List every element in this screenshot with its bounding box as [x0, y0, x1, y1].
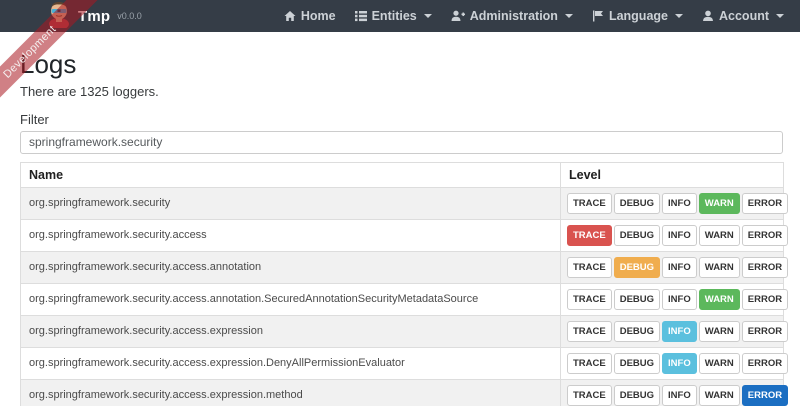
level-button-trace[interactable]: TRACE	[567, 385, 612, 406]
logger-name: org.springframework.security.access.anno…	[21, 251, 561, 283]
level-button-error[interactable]: ERROR	[742, 257, 788, 278]
nav-item-administration[interactable]: Administration	[451, 9, 573, 23]
app-name: Tmp	[78, 8, 110, 25]
loggers-count-text: There are 1325 loggers.	[20, 84, 783, 99]
level-button-debug[interactable]: DEBUG	[614, 289, 660, 310]
logs-page: Logs There are 1325 loggers. Filter Name…	[20, 50, 783, 406]
level-button-trace[interactable]: TRACE	[567, 225, 612, 246]
level-button-info[interactable]: INFO	[662, 289, 697, 310]
nav-label: Entities	[372, 9, 417, 23]
nav-menu: Home Entities Admi	[284, 9, 784, 23]
nav-label: Home	[301, 9, 336, 23]
level-button-error[interactable]: ERROR	[742, 289, 788, 310]
level-button-info[interactable]: INFO	[662, 353, 697, 374]
level-button-warn[interactable]: WARN	[699, 257, 740, 278]
level-button-debug[interactable]: DEBUG	[614, 353, 660, 374]
table-row: org.springframework.security.access.anno…	[21, 251, 784, 283]
user-plus-icon	[451, 10, 465, 22]
chevron-down-icon	[776, 14, 784, 18]
table-row: org.springframework.security.access.expr…	[21, 379, 784, 406]
level-button-error[interactable]: ERROR	[742, 225, 788, 246]
filter-input[interactable]	[20, 131, 783, 154]
column-header-name: Name	[21, 162, 561, 187]
app-version: v0.0.0	[117, 11, 142, 21]
level-button-info[interactable]: INFO	[662, 321, 697, 342]
level-button-info[interactable]: INFO	[662, 193, 697, 214]
level-button-warn[interactable]: WARN	[699, 289, 740, 310]
page-title: Logs	[20, 50, 783, 79]
chevron-down-icon	[565, 14, 573, 18]
level-button-error[interactable]: ERROR	[742, 193, 788, 214]
nav-item-account[interactable]: Account	[702, 9, 784, 23]
level-button-group: TRACEDEBUGINFOWARNERROR	[561, 379, 784, 406]
level-button-error[interactable]: ERROR	[742, 353, 788, 374]
nav-item-language[interactable]: Language	[592, 9, 683, 23]
logger-name: org.springframework.security.access.expr…	[21, 315, 561, 347]
level-button-warn[interactable]: WARN	[699, 321, 740, 342]
level-button-trace[interactable]: TRACE	[567, 193, 612, 214]
logs-table-body: org.springframework.securityTRACEDEBUGIN…	[21, 187, 784, 406]
level-button-debug[interactable]: DEBUG	[614, 225, 660, 246]
level-button-error[interactable]: ERROR	[742, 321, 788, 342]
level-button-trace[interactable]: TRACE	[567, 321, 612, 342]
level-button-info[interactable]: INFO	[662, 257, 697, 278]
table-row: org.springframework.security.access.expr…	[21, 347, 784, 379]
level-button-debug[interactable]: DEBUG	[614, 193, 660, 214]
chevron-down-icon	[424, 14, 432, 18]
top-navbar: Development Tmp v0.0.0 Home	[0, 0, 800, 32]
nav-label: Account	[719, 9, 769, 23]
level-button-warn[interactable]: WARN	[699, 353, 740, 374]
level-button-warn[interactable]: WARN	[699, 225, 740, 246]
table-row: org.springframework.security.access.anno…	[21, 283, 784, 315]
level-button-trace[interactable]: TRACE	[567, 257, 612, 278]
level-button-warn[interactable]: WARN	[699, 193, 740, 214]
level-button-group: TRACEDEBUGINFOWARNERROR	[561, 251, 784, 283]
loggers-table: Name Level org.springframework.securityT…	[20, 162, 784, 406]
column-header-level: Level	[561, 162, 784, 187]
level-button-warn[interactable]: WARN	[699, 385, 740, 406]
nav-item-home[interactable]: Home	[284, 9, 336, 23]
table-row: org.springframework.securityTRACEDEBUGIN…	[21, 187, 784, 219]
flag-icon	[592, 10, 604, 22]
level-button-error[interactable]: ERROR	[742, 385, 788, 406]
level-button-debug[interactable]: DEBUG	[614, 385, 660, 406]
logger-name: org.springframework.security	[21, 187, 561, 219]
level-button-group: TRACEDEBUGINFOWARNERROR	[561, 315, 784, 347]
chevron-down-icon	[675, 14, 683, 18]
level-button-trace[interactable]: TRACE	[567, 353, 612, 374]
level-button-debug[interactable]: DEBUG	[614, 321, 660, 342]
logger-name: org.springframework.security.access.expr…	[21, 347, 561, 379]
level-button-group: TRACEDEBUGINFOWARNERROR	[561, 347, 784, 379]
level-button-group: TRACEDEBUGINFOWARNERROR	[561, 219, 784, 251]
level-button-info[interactable]: INFO	[662, 225, 697, 246]
brand-link[interactable]: Tmp v0.0.0	[46, 0, 142, 33]
home-icon	[284, 10, 296, 22]
filter-label: Filter	[20, 112, 783, 127]
user-icon	[702, 10, 714, 22]
nav-item-entities[interactable]: Entities	[355, 9, 432, 23]
level-button-group: TRACEDEBUGINFOWARNERROR	[561, 283, 784, 315]
hipster-avatar-icon	[46, 0, 72, 33]
level-button-trace[interactable]: TRACE	[567, 289, 612, 310]
logger-name: org.springframework.security.access	[21, 219, 561, 251]
logger-name: org.springframework.security.access.anno…	[21, 283, 561, 315]
table-header-row: Name Level	[21, 162, 784, 187]
table-row: org.springframework.security.access.expr…	[21, 315, 784, 347]
logger-name: org.springframework.security.access.expr…	[21, 379, 561, 406]
level-button-info[interactable]: INFO	[662, 385, 697, 406]
table-row: org.springframework.security.accessTRACE…	[21, 219, 784, 251]
level-button-group: TRACEDEBUGINFOWARNERROR	[561, 187, 784, 219]
nav-label: Language	[609, 9, 668, 23]
level-button-debug[interactable]: DEBUG	[614, 257, 660, 278]
nav-label: Administration	[470, 9, 558, 23]
list-icon	[355, 10, 367, 22]
